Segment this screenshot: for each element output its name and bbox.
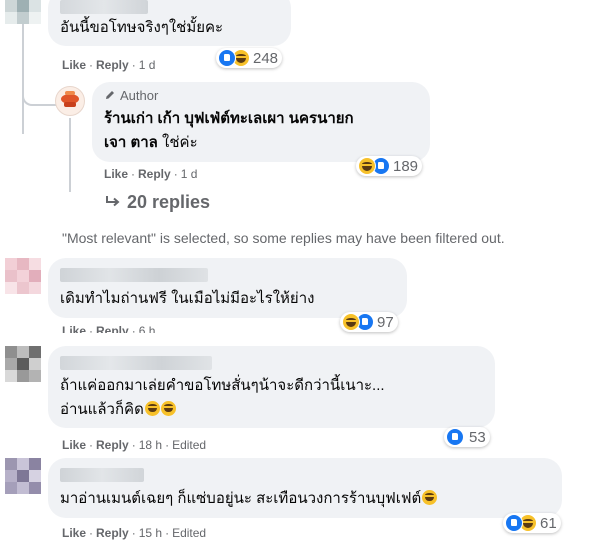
reply-link[interactable]: Reply bbox=[96, 324, 129, 333]
like-link[interactable]: Like bbox=[62, 324, 86, 333]
author-name-blurred[interactable] bbox=[60, 468, 144, 482]
like-link[interactable]: Like bbox=[62, 438, 86, 452]
avatar[interactable] bbox=[5, 346, 41, 382]
like-link[interactable]: Like bbox=[62, 526, 86, 540]
author-name-blurred[interactable] bbox=[60, 268, 208, 282]
reply-actions: Like · Reply · 1 d bbox=[104, 167, 198, 181]
reply-text-line2: เจา ตาล ใช่ค่ะ bbox=[104, 134, 198, 151]
comment-time[interactable]: 15 h bbox=[139, 526, 162, 540]
comment-actions: Like · Reply · 6 h bbox=[62, 324, 155, 333]
reply-arrow-icon bbox=[106, 196, 120, 207]
comment-time[interactable]: 1 d bbox=[181, 167, 198, 181]
reply-text-line1: ร้านเก่า เก้า บุฟเฟ่ต์ทะเลเผา นครนายก bbox=[104, 110, 354, 127]
reply-link[interactable]: Reply bbox=[96, 438, 129, 452]
avatar[interactable] bbox=[5, 458, 41, 494]
reply-thread-line bbox=[69, 118, 71, 192]
laughing-emoji-icon bbox=[422, 490, 438, 505]
reaction-summary[interactable]: 189 bbox=[356, 156, 423, 176]
pencil-icon bbox=[106, 91, 114, 99]
view-replies-link[interactable]: 20 replies bbox=[105, 192, 210, 213]
comment-bubble: เดิมทำไมถ่านฟรี ในเมือไม่มีอะไรให้ย่าง bbox=[48, 258, 407, 318]
like-icon bbox=[218, 49, 236, 67]
comment-text: มาอ่านเมนต์เฉยๆ ก็แซ่บอยู่นะ สะเทือนวงกา… bbox=[60, 488, 438, 510]
reaction-summary[interactable]: 97 bbox=[340, 312, 398, 332]
grin-emoji-icon bbox=[160, 401, 176, 416]
like-icon bbox=[446, 428, 464, 446]
edited-label[interactable]: Edited bbox=[172, 438, 206, 452]
comment-bubble: มาอ่านเมนต์เฉยๆ ก็แซ่บอยู่นะ สะเทือนวงกา… bbox=[48, 458, 562, 518]
author-badge: Author bbox=[104, 88, 158, 103]
comment-actions: Like · Reply · 15 h · Edited bbox=[62, 526, 207, 540]
comment-actions: Like · Reply · 18 h · Edited bbox=[62, 438, 207, 452]
filter-notice: "Most relevant" is selected, so some rep… bbox=[62, 230, 505, 246]
like-link[interactable]: Like bbox=[62, 58, 86, 72]
haha-icon bbox=[342, 313, 360, 331]
author-name-blurred[interactable] bbox=[60, 0, 148, 14]
thread-connector bbox=[22, 84, 56, 106]
comment-time[interactable]: 1 d bbox=[139, 58, 156, 72]
comment-bubble: ถ้าแค่ออกมาเล่ยคำขอโทษสั่นๆน้าจะดีกว่านี… bbox=[48, 346, 495, 428]
like-icon bbox=[505, 514, 523, 532]
reply-link[interactable]: Reply bbox=[96, 58, 129, 72]
reply-link[interactable]: Reply bbox=[96, 526, 129, 540]
reply-bubble: Author ร้านเก่า เก้า บุฟเฟ่ต์ทะเลเผา นคร… bbox=[92, 82, 430, 162]
comment-bubble: อันนี้ขอโทษจริงๆใช่มั้ยคะ bbox=[48, 0, 291, 46]
comment-time[interactable]: 6 h bbox=[139, 324, 156, 333]
comment-time[interactable]: 18 h bbox=[139, 438, 162, 452]
reaction-summary[interactable]: 248 bbox=[216, 48, 283, 68]
reaction-summary[interactable]: 53 bbox=[444, 427, 490, 447]
thread-line bbox=[22, 24, 24, 134]
author-name-blurred[interactable] bbox=[60, 356, 212, 370]
avatar[interactable] bbox=[5, 258, 41, 294]
avatar[interactable] bbox=[5, 0, 41, 24]
comment-text: อันนี้ขอโทษจริงๆใช่มั้ยคะ bbox=[60, 19, 224, 36]
reply-link[interactable]: Reply bbox=[138, 167, 171, 181]
comment-text: เดิมทำไมถ่านฟรี ในเมือไม่มีอะไรให้ย่าง bbox=[60, 290, 315, 307]
comment-actions: Like · Reply · 1 d bbox=[62, 58, 156, 72]
edited-label[interactable]: Edited bbox=[172, 526, 206, 540]
like-link[interactable]: Like bbox=[104, 167, 128, 181]
comment-text-line2: อ่านแล้วก็คิด bbox=[60, 399, 176, 421]
page-avatar[interactable] bbox=[55, 86, 85, 116]
reaction-summary[interactable]: 61 bbox=[503, 513, 561, 533]
comment-text-line1: ถ้าแค่ออกมาเล่ยคำขอโทษสั่นๆน้าจะดีกว่านี… bbox=[60, 377, 385, 394]
haha-icon bbox=[358, 157, 376, 175]
grin-emoji-icon bbox=[144, 401, 160, 416]
